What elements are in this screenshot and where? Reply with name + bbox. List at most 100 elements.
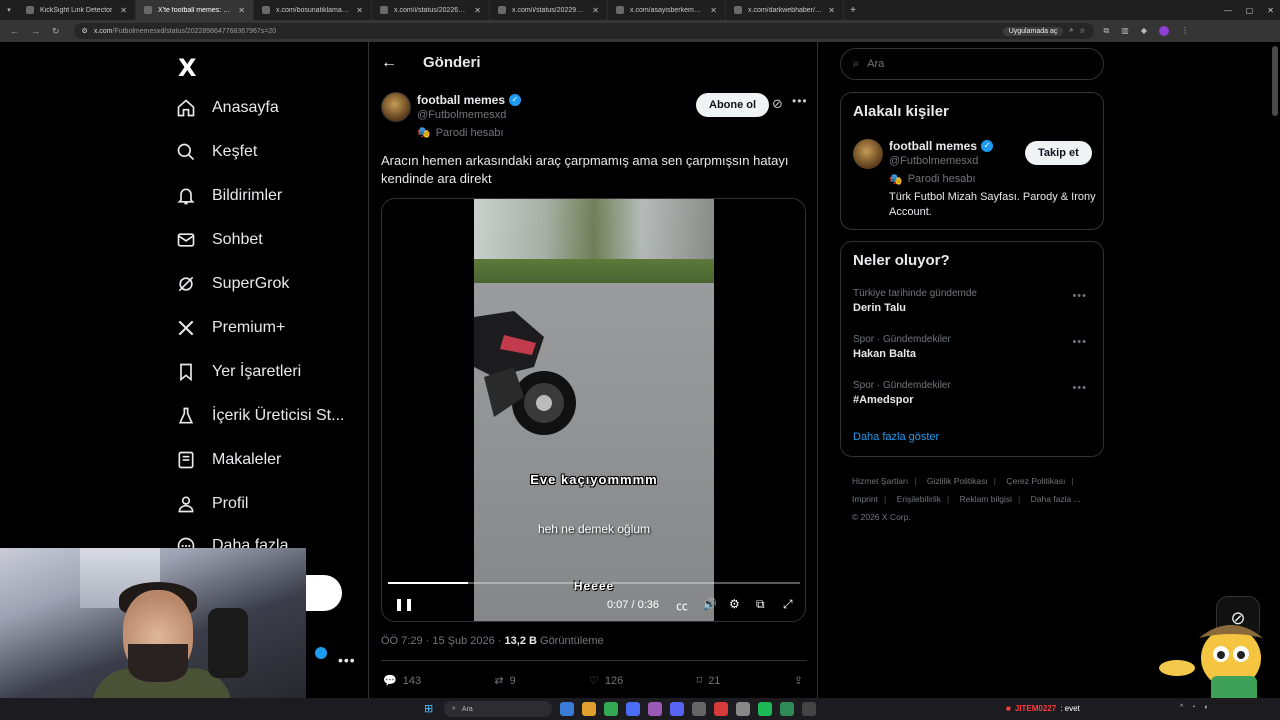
taskbar-app-icon[interactable] — [560, 702, 574, 716]
new-tab-button[interactable]: + — [844, 5, 862, 16]
url-field[interactable]: ⚙ x.com/Futbolmemesxd/status/20228986477… — [73, 23, 1094, 39]
open-in-app-badge[interactable]: Uygulamada aç — [1002, 26, 1064, 36]
footer-link[interactable]: Gizlilik Politikası — [927, 476, 988, 486]
related-handle[interactable]: @Futbolmemesxd — [889, 155, 978, 167]
volume-tray-icon[interactable]: ◖ — [1204, 704, 1208, 711]
minimize-icon[interactable]: — — [1224, 6, 1232, 15]
subscribe-button[interactable]: Abone ol — [696, 93, 770, 117]
show-more-link[interactable]: Daha fazla göster — [853, 431, 939, 443]
tab-close-icon[interactable]: ✕ — [238, 6, 245, 15]
back-icon[interactable]: ← — [10, 26, 19, 37]
site-info-icon[interactable]: ⚙ — [82, 27, 88, 35]
picture-in-picture-icon[interactable]: ⧉ — [756, 597, 765, 612]
share-button[interactable]: ⇪ — [794, 674, 803, 687]
captions-icon[interactable]: ㏄ — [676, 597, 688, 614]
sidebar-icon[interactable]: ▥ — [1121, 26, 1129, 36]
account-menu-icon[interactable]: ••• — [338, 652, 356, 668]
back-arrow-icon[interactable]: ← — [381, 54, 397, 72]
related-avatar[interactable] — [853, 139, 883, 169]
taskbar-app-icon[interactable] — [604, 702, 618, 716]
follow-button[interactable]: Takip et — [1025, 141, 1092, 165]
settings-gear-icon[interactable]: ⚙ — [729, 597, 740, 611]
author-handle[interactable]: @Futbolmemesxd — [417, 109, 506, 121]
browser-tab[interactable]: x.com/i/status/2022687833857 ✕ — [372, 0, 490, 20]
footer-link[interactable]: Imprint — [852, 494, 878, 504]
footer-link[interactable]: Reklam bilgisi — [960, 494, 1012, 504]
trend-more-icon[interactable]: ••• — [1072, 336, 1087, 348]
tab-close-icon[interactable]: ✕ — [828, 6, 835, 15]
nav-item-home[interactable]: Anasayfa — [176, 98, 279, 118]
browser-menu-icon[interactable]: ⋮ — [1181, 26, 1189, 36]
search-input[interactable]: ⌕ Ara — [840, 48, 1104, 80]
post-compose-button[interactable] — [304, 575, 342, 611]
nav-item-creator-studio[interactable]: İçerik Üreticisi St... — [176, 406, 344, 426]
taskbar-app-icon[interactable] — [692, 702, 706, 716]
author-name[interactable]: football memes ✓ — [417, 93, 522, 107]
tab-close-icon[interactable]: ✕ — [120, 6, 127, 15]
profile-avatar-icon[interactable] — [1158, 26, 1169, 36]
tray-chevron-icon[interactable]: ^ — [1180, 704, 1183, 711]
tab-close-icon[interactable]: ✕ — [710, 6, 717, 15]
star-icon[interactable]: ☆ — [1079, 27, 1085, 35]
taskbar-app-icon[interactable] — [626, 702, 640, 716]
nav-item-bookmarks[interactable]: Yer İşaretleri — [176, 362, 301, 382]
trend-item[interactable]: Türkiye tarihinde gündemde Derin Talu ••… — [853, 288, 1093, 314]
trend-more-icon[interactable]: ••• — [1072, 382, 1087, 394]
taskbar-app-icon[interactable] — [802, 702, 816, 716]
related-name[interactable]: football memes ✓ — [889, 139, 994, 153]
footer-link[interactable]: Erişilebilirlik — [897, 494, 941, 504]
video-player[interactable]: Eve kaçıyommmm heh ne demek oğlum Heeee … — [381, 198, 806, 622]
taskbar-app-icon[interactable] — [736, 702, 750, 716]
author-avatar[interactable] — [381, 92, 411, 122]
trend-item[interactable]: Spor · Gündemdekiler #Amedspor ••• — [853, 380, 1093, 406]
maximize-icon[interactable]: ▢ — [1246, 6, 1254, 15]
nav-item-explore[interactable]: Keşfet — [176, 142, 257, 162]
taskbar-app-icon[interactable] — [758, 702, 772, 716]
taskbar-app-icon[interactable] — [582, 702, 596, 716]
taskbar-app-icon[interactable] — [648, 702, 662, 716]
nav-item-premium[interactable]: Premium+ — [176, 318, 285, 338]
forward-icon[interactable]: → — [31, 26, 40, 37]
close-window-icon[interactable]: ✕ — [1267, 6, 1274, 15]
x-logo[interactable]: X — [178, 54, 197, 82]
translate-icon[interactable]: ◆ — [1141, 26, 1147, 36]
trend-item[interactable]: Spor · Gündemdekiler Hakan Balta ••• — [853, 334, 1093, 360]
browser-tab[interactable]: x.com/darkwebhaber/status/20 ✕ — [726, 0, 844, 20]
zoom-icon[interactable]: ⌕ — [1069, 27, 1073, 35]
tab-close-icon[interactable]: ✕ — [356, 6, 363, 15]
nav-item-notifications[interactable]: Bildirimler — [176, 186, 282, 206]
footer-link[interactable]: Çerez Politikası — [1006, 476, 1065, 486]
taskbar-app-icon[interactable] — [670, 702, 684, 716]
taskbar-app-icon[interactable] — [714, 702, 728, 716]
tab-list-button[interactable]: ▾ — [0, 0, 18, 20]
tab-close-icon[interactable]: ✕ — [474, 6, 481, 15]
reply-button[interactable]: 💬 143 — [383, 674, 421, 688]
grok-explain-icon[interactable]: ⊘ — [772, 96, 783, 112]
browser-tab[interactable]: x.com/asayisberkemal0/status/ ✕ — [608, 0, 726, 20]
post-more-icon[interactable]: ••• — [792, 94, 808, 108]
pause-icon[interactable]: ❚❚ — [394, 597, 414, 611]
fullscreen-icon[interactable]: ⤢ — [783, 597, 793, 612]
footer-link[interactable]: Daha fazla ... — [1031, 494, 1081, 504]
browser-tab[interactable]: KickSight Link Detector ✕ — [18, 0, 136, 20]
nav-item-chat[interactable]: Sohbet — [176, 230, 263, 250]
taskbar-search[interactable]: ⌕ Ara — [444, 701, 552, 717]
like-button[interactable]: ♡ 126 — [589, 674, 623, 688]
browser-tab[interactable]: x.com/i/status/2022975452575 ✕ — [490, 0, 608, 20]
page-scrollbar[interactable] — [1272, 46, 1278, 116]
network-icon[interactable]: ◔ — [1191, 704, 1195, 711]
trend-more-icon[interactable]: ••• — [1072, 290, 1087, 302]
extensions-icon[interactable]: ⧉ — [1104, 26, 1110, 36]
tab-close-icon[interactable]: ✕ — [592, 6, 599, 15]
nav-item-supergrok[interactable]: SuperGrok — [176, 274, 289, 294]
video-progress-bar[interactable] — [388, 582, 800, 584]
taskbar-app-icon[interactable] — [780, 702, 794, 716]
browser-tab[interactable]: x.com/bosunatiklama/status/20 ✕ — [254, 0, 372, 20]
reload-icon[interactable]: ↻ — [52, 26, 60, 37]
nav-item-profile[interactable]: Profil — [176, 494, 248, 514]
footer-link[interactable]: Hizmet Şartları — [852, 476, 908, 486]
volume-icon[interactable]: 🔊 — [702, 597, 717, 611]
browser-tab[interactable]: X'te football memes: "Aracın ✕ — [136, 0, 254, 20]
repost-button[interactable]: ⇄ 9 — [494, 674, 515, 688]
nav-item-articles[interactable]: Makaleler — [176, 450, 281, 470]
